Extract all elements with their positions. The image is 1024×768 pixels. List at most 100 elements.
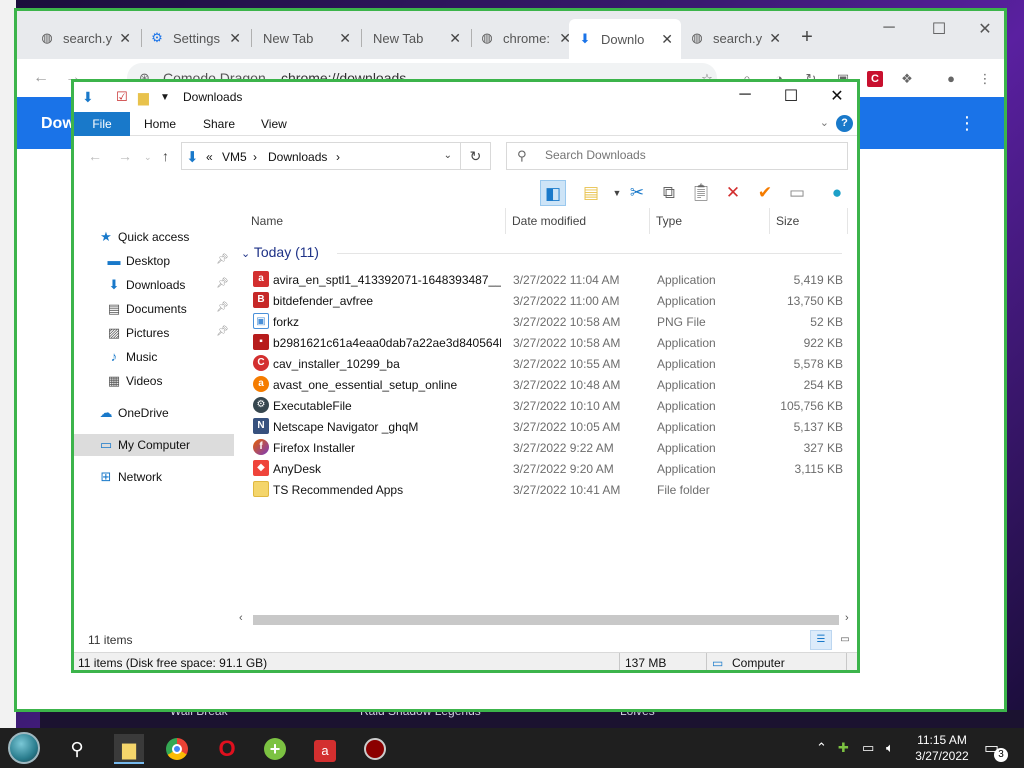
back-icon[interactable]: ← [33,69,49,87]
nav-item-onedrive[interactable]: ☁ OneDrive [74,402,234,424]
close-icon[interactable]: ✕ [339,30,351,47]
maximize-icon[interactable]: ☐ [776,86,806,106]
tab-view[interactable]: View [261,117,287,131]
chevron-up-icon[interactable]: ⌃ [816,740,827,756]
nav-item-pictures[interactable]: ▨ Pictures 📌︎ [74,322,234,344]
checkmark-icon[interactable]: ✔ [752,180,778,206]
search-input[interactable] [545,148,835,162]
volume-icon[interactable]: 🔈︎ [886,740,894,756]
chevron-left-icon[interactable]: ‹ [239,612,243,624]
nav-item-documents[interactable]: ▤ Documents 📌︎ [74,298,234,320]
tab-settings[interactable]: ⚙ Settings ✕ [141,23,249,53]
table-row[interactable]: C cav_installer_10299_ba 3/27/2022 10:55… [237,353,850,374]
delete-icon[interactable]: ✕ [720,180,746,206]
help-icon[interactable]: ? [836,115,853,132]
table-row[interactable]: a avast_one_essential_setup_online 3/27/… [237,374,850,395]
back-icon[interactable]: ← [88,148,102,164]
tab-new-2[interactable]: New Tab ✕ [361,23,469,53]
dragon-icon[interactable] [360,734,390,764]
chevron-right-icon[interactable]: › [336,150,340,164]
tab-downloads[interactable]: ⬇ Downlo ✕ [569,19,681,59]
minimize-icon[interactable]: ─ [730,86,760,104]
chevron-down-icon[interactable]: ▼ [160,92,170,103]
properties-icon[interactable]: ☑ [116,89,128,105]
nav-item-music[interactable]: ♪ Music [74,346,234,368]
breadcrumb-downloads[interactable]: Downloads [268,150,327,164]
shell-icon[interactable]: ● [824,180,850,206]
close-icon[interactable]: ✕ [119,30,131,47]
large-icons-view-icon[interactable]: ▭ [834,630,856,650]
search-box[interactable]: ⚲ [506,142,848,170]
tab-chrome[interactable]: ◍ chrome: ✕ [471,23,579,53]
refresh-button[interactable]: ↻ [461,142,491,170]
close-icon[interactable]: ✕ [975,19,995,39]
chevron-down-icon[interactable]: ⌄ [444,150,452,161]
column-header-type[interactable]: Type [656,214,682,228]
new-tab-button[interactable]: + [797,27,817,47]
chevron-right-icon[interactable]: › [845,612,849,624]
pin-icon[interactable]: 📌︎ [216,278,229,289]
opera-icon[interactable]: O [212,734,242,764]
new-folder-icon[interactable]: ▤ [578,180,604,206]
up-icon[interactable]: ↑ [162,148,169,164]
address-bar[interactable]: ⬇ « VM5 › Downloads › ⌄ [181,142,461,170]
puzzle-icon[interactable]: ❖ [899,71,915,87]
table-row[interactable]: f Firefox Installer 3/27/2022 9:22 AM Ap… [237,437,850,458]
tab-new-1[interactable]: New Tab ✕ [251,23,359,53]
tab-file[interactable]: File [74,112,130,136]
pin-icon[interactable]: 📌︎ [216,302,229,313]
close-icon[interactable]: ✕ [769,30,781,47]
minimize-icon[interactable]: ─ [879,19,899,37]
pin-icon[interactable]: 📌︎ [216,326,229,337]
table-row[interactable]: TS Recommended Apps 3/27/2022 10:41 AM F… [237,479,850,500]
table-row[interactable]: a avira_en_sptl1_413392071-1648393487__a… [237,269,850,290]
close-icon[interactable]: ✕ [661,31,673,48]
table-row[interactable]: ▣ forkz 3/27/2022 10:58 AM PNG File 52 K… [237,311,850,332]
maximize-icon[interactable]: ☐ [929,19,949,39]
folder-icon[interactable]: ▆ [138,89,149,106]
table-row[interactable]: B bitdefender_avfree 3/27/2022 11:00 AM … [237,290,850,311]
comodo-icon[interactable]: C [867,71,883,87]
paste-icon[interactable]: 📋︎ [688,180,714,206]
breadcrumb-prefix[interactable]: « [206,150,213,164]
close-icon[interactable]: ✕ [822,86,852,106]
copy-icon[interactable]: ⧉ [656,180,682,206]
table-row[interactable]: ▪ b2981621c61a4eaa0dab7a22ae3d840564b...… [237,332,850,353]
network-icon[interactable]: ▭ [862,740,874,756]
tab-search-1[interactable]: ◍ search.y ✕ [31,23,139,53]
chevron-down-icon[interactable]: ⌄ [820,116,829,129]
cut-icon[interactable]: ✂ [624,180,650,206]
column-header-size[interactable]: Size [776,214,799,228]
table-row[interactable]: N Netscape Navigator _ghqM 3/27/2022 10:… [237,416,850,437]
rename-icon[interactable]: ▭ [784,180,810,206]
search-icon[interactable]: ⚲ [62,734,92,764]
details-view-icon[interactable]: ☰ [810,630,832,650]
nav-item-videos[interactable]: ▦ Videos [74,370,234,392]
start-button[interactable] [8,732,40,764]
clock[interactable]: 11:15 AM 3/27/2022 [912,732,972,764]
avira-icon[interactable]: a [310,734,340,764]
app-plus-icon[interactable]: + [260,734,290,764]
app-plus-icon[interactable]: ✚ [838,740,849,756]
group-header[interactable]: ⌄ Today (11) [241,244,319,260]
pin-icon[interactable]: 📌︎ [216,254,229,265]
menu-dots-icon[interactable]: ⋮ [958,113,976,134]
preview-pane-icon[interactable]: ◧ [540,180,566,206]
nav-item-desktop[interactable]: ▬ Desktop 📌︎ [74,250,234,272]
nav-item-downloads[interactable]: ⬇ Downloads 📌︎ [74,274,234,296]
nav-item-network[interactable]: ⊞ Network [74,466,234,488]
chevron-down-icon[interactable]: ⌄ [144,152,152,163]
nav-item-quick-access[interactable]: ★ Quick access [74,226,234,248]
menu-dots-icon[interactable]: ⋮ [977,71,993,87]
close-icon[interactable]: ✕ [229,30,241,47]
tab-home[interactable]: Home [144,117,176,131]
chrome-icon[interactable] [162,734,192,764]
file-explorer-icon[interactable]: ▆ [114,734,144,764]
table-row[interactable]: ⚙ ExecutableFile 3/27/2022 10:10 AM Appl… [237,395,850,416]
chevron-right-icon[interactable]: › [253,150,257,164]
avatar[interactable]: ● [943,71,959,87]
scrollbar-thumb[interactable] [253,615,839,625]
horizontal-scrollbar[interactable]: ‹ › [237,612,857,628]
close-icon[interactable]: ✕ [449,30,461,47]
nav-item-my-computer[interactable]: ▭ My Computer [74,434,234,456]
